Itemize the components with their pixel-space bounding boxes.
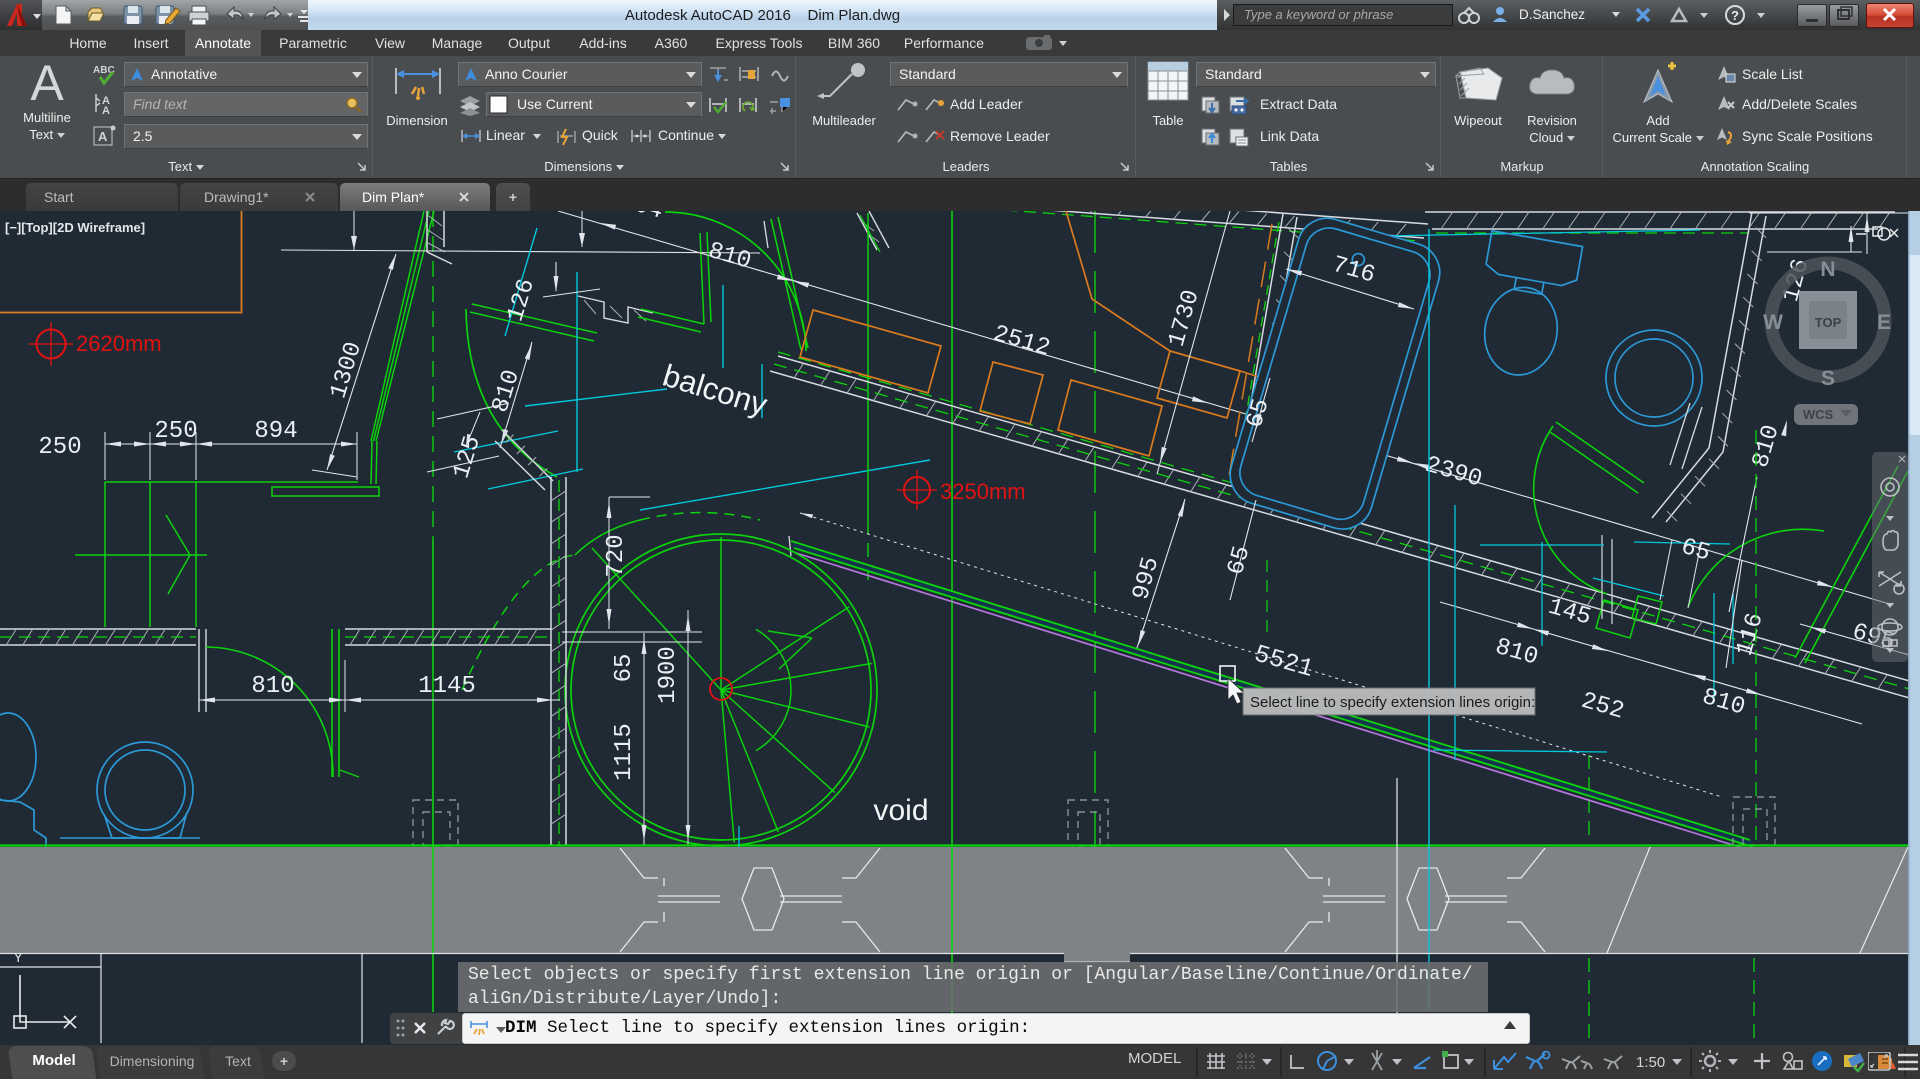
svg-text:2512: 2512 — [990, 321, 1053, 363]
svg-text:116: 116 — [1732, 610, 1770, 659]
svg-text:W: W — [1763, 311, 1783, 334]
svg-text:810: 810 — [705, 238, 754, 276]
svg-text:WCS: WCS — [1803, 407, 1834, 422]
svg-text:3250mm: 3250mm — [940, 479, 1026, 504]
svg-text:65: 65 — [611, 654, 638, 683]
svg-text:252: 252 — [1578, 688, 1627, 726]
svg-text:1900: 1900 — [655, 646, 682, 704]
svg-text:void: void — [873, 794, 928, 827]
svg-text:404: 404 — [617, 211, 666, 226]
svg-text:2390: 2390 — [1422, 452, 1485, 494]
svg-text:Y: Y — [14, 951, 23, 967]
svg-text:A: A — [98, 129, 108, 144]
svg-text:810: 810 — [1492, 634, 1541, 672]
svg-text:A: A — [102, 105, 110, 116]
svg-text:126: 126 — [503, 276, 541, 325]
svg-text:balcony: balcony — [659, 358, 772, 423]
svg-text:65: 65 — [1223, 543, 1257, 578]
svg-text:N: N — [1820, 258, 1835, 281]
svg-text:810: 810 — [1748, 422, 1786, 471]
svg-text:[−][Top][2D Wireframe]: [−][Top][2D Wireframe] — [5, 220, 145, 235]
svg-text:995: 995 — [1128, 554, 1165, 603]
svg-text:2620mm: 2620mm — [76, 331, 162, 356]
svg-text:5521: 5521 — [1251, 640, 1317, 684]
svg-text:?: ? — [1731, 8, 1739, 23]
svg-text:894: 894 — [254, 418, 297, 445]
svg-text:125: 125 — [449, 433, 487, 482]
svg-text:250: 250 — [38, 434, 81, 461]
svg-text:720: 720 — [603, 534, 630, 577]
svg-text:810: 810 — [488, 367, 526, 416]
svg-text:1145: 1145 — [418, 673, 476, 700]
svg-text:1:50: 1:50 — [1636, 1054, 1665, 1071]
svg-text:1730: 1730 — [1164, 287, 1206, 350]
svg-text:1300: 1300 — [325, 339, 368, 402]
svg-text:Select line to specify extensi: Select line to specify extension lines o… — [1250, 694, 1535, 711]
svg-text:810: 810 — [251, 673, 294, 700]
svg-text:S: S — [1821, 367, 1835, 390]
svg-text:250: 250 — [154, 418, 197, 445]
svg-text:65: 65 — [1678, 534, 1713, 568]
svg-text:1115: 1115 — [611, 723, 638, 781]
svg-text:145: 145 — [1545, 594, 1594, 632]
svg-text:TOP: TOP — [1815, 315, 1842, 330]
svg-text:E: E — [1877, 311, 1891, 334]
